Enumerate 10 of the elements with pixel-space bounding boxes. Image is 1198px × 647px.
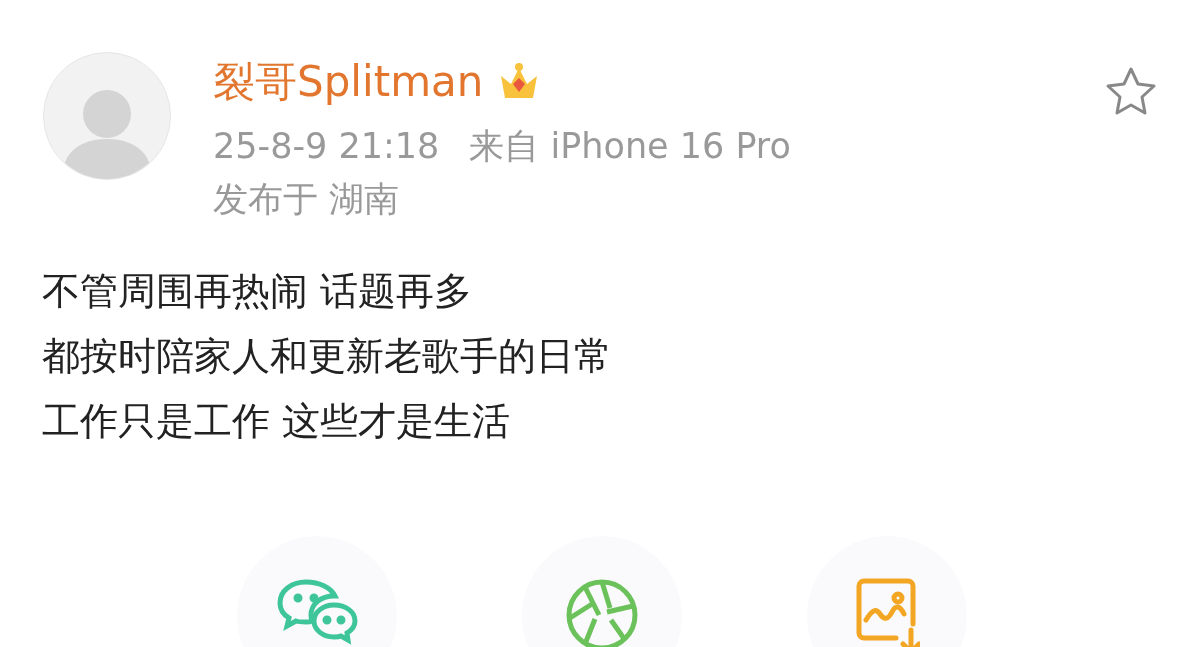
post-location: 发布于 湖南 xyxy=(213,178,401,221)
chat-bubbles-icon xyxy=(276,578,358,647)
author-name[interactable]: 裂哥Splitman xyxy=(213,61,484,103)
aperture-icon xyxy=(565,578,639,647)
post-text-line: 不管周围再热闹 话题再多 xyxy=(42,268,474,315)
post-text-line: 都按时陪家人和更新老歌手的日常 xyxy=(42,333,613,380)
post-text-line: 工作只是工作 这些才是生活 xyxy=(42,398,512,445)
post-source: 来自 iPhone 16 Pro xyxy=(469,125,791,168)
image-download-icon xyxy=(854,578,920,647)
post-time: 25-8-9 21:18 xyxy=(213,125,440,168)
